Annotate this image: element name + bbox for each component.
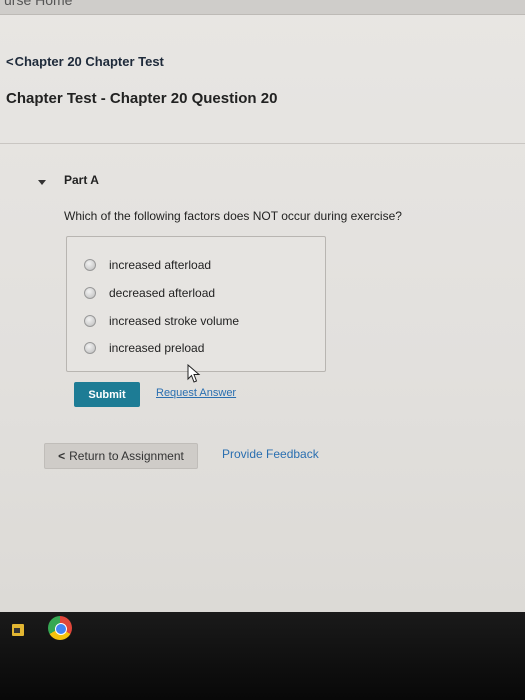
option-row[interactable]: increased stroke volume <box>84 313 239 329</box>
radio-button[interactable] <box>84 259 96 271</box>
radio-button[interactable] <box>84 287 96 299</box>
submit-button[interactable]: Submit <box>74 382 140 407</box>
breadcrumb[interactable]: <Chapter 20 Chapter Test <box>6 54 164 69</box>
page-title: Chapter Test - Chapter 20 Question 20 <box>6 90 278 107</box>
option-label: increased stroke volume <box>109 314 240 328</box>
taskbar <box>0 612 525 700</box>
radio-button[interactable] <box>84 342 96 354</box>
top-banner: urse Home <box>0 0 525 15</box>
option-label: increased afterload <box>109 258 212 272</box>
chrome-icon[interactable] <box>48 616 72 640</box>
return-label: Return to Assignment <box>69 449 184 463</box>
file-explorer-icon[interactable] <box>12 624 24 636</box>
option-label: increased preload <box>109 341 205 355</box>
collapse-triangle-icon[interactable] <box>38 180 46 185</box>
answer-options: increased afterload decreased afterload … <box>66 236 326 372</box>
return-to-assignment-button[interactable]: < Return to Assignment <box>44 443 198 469</box>
chevron-left-icon: < <box>6 54 14 69</box>
option-row[interactable]: increased afterload <box>84 257 211 273</box>
page-content: urse Home <Chapter 20 Chapter Test Chapt… <box>0 0 525 612</box>
radio-button[interactable] <box>84 315 96 327</box>
provide-feedback-link[interactable]: Provide Feedback <box>222 447 319 461</box>
option-label: decreased afterload <box>109 286 216 300</box>
question-prompt: Which of the following factors does NOT … <box>64 209 402 223</box>
mouse-cursor-icon <box>187 364 201 383</box>
option-row[interactable]: increased preload <box>84 340 204 356</box>
breadcrumb-label: Chapter 20 Chapter Test <box>14 54 164 69</box>
request-answer-link[interactable]: Request Answer <box>156 387 236 399</box>
option-row[interactable]: decreased afterload <box>84 285 215 301</box>
course-home-link[interactable]: urse Home <box>4 0 72 8</box>
part-label: Part A <box>64 173 99 187</box>
divider <box>0 143 525 144</box>
chevron-left-icon: < <box>58 449 66 463</box>
